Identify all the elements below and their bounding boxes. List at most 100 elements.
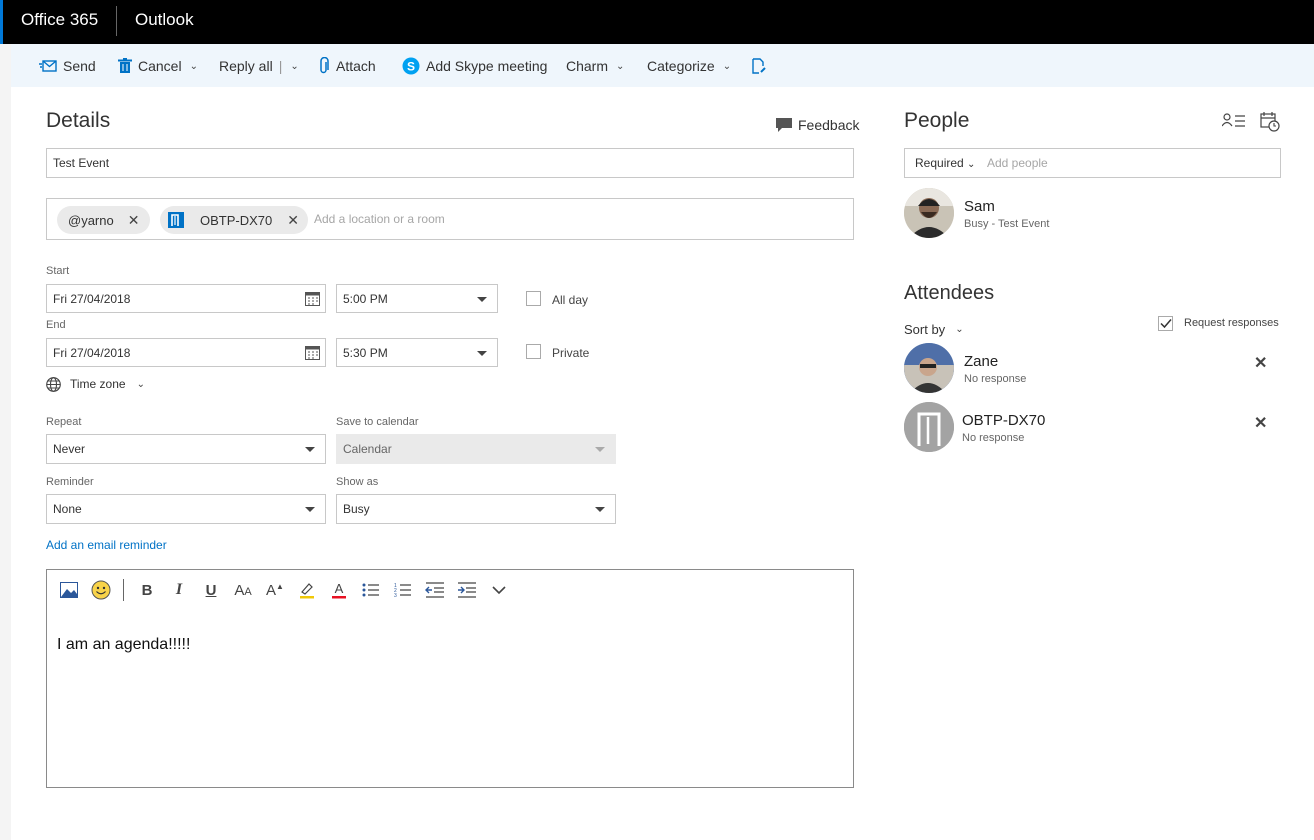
- end-time-dropdown[interactable]: 5:30 PM: [336, 338, 498, 367]
- repeat-label: Repeat: [46, 416, 82, 428]
- organizer-name: Sam: [964, 198, 995, 215]
- location-input-placeholder[interactable]: Add a location or a room: [314, 212, 445, 226]
- font-color-button[interactable]: A: [327, 578, 351, 602]
- remove-attendee-button[interactable]: ✕: [1254, 413, 1267, 433]
- calendar-icon[interactable]: [305, 292, 320, 306]
- feedback-button[interactable]: Feedback: [776, 115, 859, 135]
- attach-label: Attach: [336, 58, 376, 74]
- repeat-dropdown[interactable]: Never: [46, 434, 326, 464]
- emoji-button[interactable]: [89, 578, 113, 602]
- reminder-value: None: [53, 502, 82, 516]
- insert-picture-button[interactable]: [57, 578, 81, 602]
- italic-button[interactable]: I: [167, 578, 191, 602]
- scheduling-assistant-icon[interactable]: [1260, 112, 1280, 132]
- save-to-calendar-value: Calendar: [343, 442, 392, 456]
- suite-header: Office 365 Outlook: [0, 0, 1314, 44]
- all-day-checkbox[interactable]: [526, 291, 541, 306]
- remove-attendee-button[interactable]: ✕: [1254, 353, 1267, 373]
- bold-button[interactable]: B: [135, 578, 159, 602]
- add-skype-meeting-button[interactable]: S Add Skype meeting: [402, 56, 547, 76]
- repeat-value: Never: [53, 442, 86, 456]
- sort-by-button[interactable]: Sort by ⌄: [904, 319, 964, 339]
- command-toolbar: Send Cancel ⌄ Reply all | ⌄ Attach S Add…: [11, 44, 1314, 87]
- add-people-field[interactable]: Required ⌄ Add people: [904, 148, 1281, 178]
- picture-icon: [60, 582, 78, 598]
- attendees-heading: Attendees: [904, 282, 995, 304]
- feedback-label: Feedback: [798, 117, 860, 133]
- chip-label: @yarno: [68, 212, 114, 228]
- outdent-icon: [425, 582, 444, 598]
- location-chip-room[interactable]: OBTP-DX70 ✕: [160, 206, 308, 234]
- grow-font-icon: A▲: [266, 581, 284, 599]
- attendee-avatar-room[interactable]: [904, 402, 954, 452]
- start-time-dropdown[interactable]: 5:00 PM: [336, 284, 498, 313]
- start-date-picker[interactable]: Fri 27/04/2018: [46, 284, 326, 313]
- chevron-down-icon: ⌄: [722, 60, 732, 72]
- start-time-value: 5:00 PM: [343, 291, 388, 306]
- request-responses-label: Request responses: [1184, 317, 1279, 329]
- required-label: Required: [915, 156, 964, 170]
- font-size-icon: AA: [234, 581, 252, 599]
- skype-label: Add Skype meeting: [426, 58, 548, 74]
- show-as-dropdown[interactable]: Busy: [336, 494, 616, 524]
- checkmark-icon: [1160, 319, 1172, 329]
- time-zone-label: Time zone: [70, 377, 126, 391]
- categorize-button[interactable]: Categorize ⌄: [647, 56, 731, 76]
- reply-all-button[interactable]: Reply all | ⌄: [219, 56, 299, 76]
- time-zone-button[interactable]: Time zone ⌄: [46, 374, 145, 394]
- more-formatting-button[interactable]: [487, 578, 511, 602]
- calendar-icon[interactable]: [305, 346, 320, 360]
- attendee-name: OBTP-DX70: [962, 412, 1046, 429]
- remove-chip-icon[interactable]: ✕: [128, 212, 140, 229]
- send-button[interactable]: Send: [39, 56, 96, 76]
- underline-button[interactable]: U: [199, 578, 223, 602]
- charm-label: Charm: [566, 58, 609, 74]
- location-chip-yarno[interactable]: @yarno ✕: [57, 206, 150, 234]
- required-dropdown[interactable]: Required ⌄: [915, 156, 975, 170]
- attendee-name: Zane: [964, 353, 999, 370]
- cancel-button[interactable]: Cancel ⌄: [118, 56, 198, 76]
- reply-all-label: Reply all: [219, 58, 273, 74]
- contact-list-icon[interactable]: [1222, 113, 1246, 129]
- grow-font-button[interactable]: A▲: [263, 578, 287, 602]
- person-photo-icon: [904, 188, 954, 238]
- attendee-avatar-zane[interactable]: [904, 343, 954, 393]
- start-label: Start: [46, 265, 70, 277]
- numbering-button[interactable]: 123: [391, 578, 415, 602]
- reminder-dropdown[interactable]: None: [46, 494, 326, 524]
- highlight-button[interactable]: [295, 578, 319, 602]
- decrease-indent-button[interactable]: [423, 578, 447, 602]
- body-editor[interactable]: B I U AA A▲ A 123 I am an agenda!!!!!: [46, 569, 854, 788]
- add-people-input[interactable]: Add people: [987, 156, 1048, 170]
- chevron-down-icon[interactable]: ⌄: [290, 61, 298, 72]
- office-365-brand[interactable]: Office 365: [21, 10, 98, 30]
- save-to-calendar-dropdown: Calendar: [336, 434, 616, 464]
- show-as-label: Show as: [336, 476, 379, 488]
- font-size-button[interactable]: AA: [231, 578, 255, 602]
- request-responses-checkbox[interactable]: [1158, 316, 1173, 331]
- body-text[interactable]: I am an agenda!!!!!: [57, 636, 190, 654]
- organizer-avatar[interactable]: [904, 188, 954, 238]
- increase-indent-button[interactable]: [455, 578, 479, 602]
- title-input[interactable]: Test Event: [46, 148, 854, 178]
- room-icon: [904, 402, 954, 452]
- highlighter-icon: [300, 583, 314, 599]
- chip-label: OBTP-DX70: [200, 212, 273, 228]
- outlook-app-title[interactable]: Outlook: [135, 10, 194, 30]
- remove-chip-icon[interactable]: ✕: [287, 212, 299, 229]
- add-in-button[interactable]: [752, 56, 766, 76]
- organizer-status: Busy - Test Event: [964, 218, 1050, 230]
- end-date-picker[interactable]: Fri 27/04/2018: [46, 338, 326, 367]
- chevron-down-icon: ⌄: [189, 60, 198, 72]
- private-checkbox[interactable]: [526, 344, 541, 359]
- charm-button[interactable]: Charm ⌄: [566, 56, 624, 76]
- dropdown-caret-icon: [595, 447, 605, 452]
- attach-button[interactable]: Attach: [318, 56, 376, 76]
- attendee-status: No response: [964, 373, 1027, 385]
- room-icon: [168, 212, 184, 228]
- chevron-down-icon: ⌄: [616, 60, 625, 72]
- add-email-reminder-link[interactable]: Add an email reminder: [46, 538, 167, 552]
- dropdown-caret-icon: [305, 507, 315, 512]
- bullets-button[interactable]: [359, 578, 383, 602]
- svg-text:A: A: [335, 581, 344, 596]
